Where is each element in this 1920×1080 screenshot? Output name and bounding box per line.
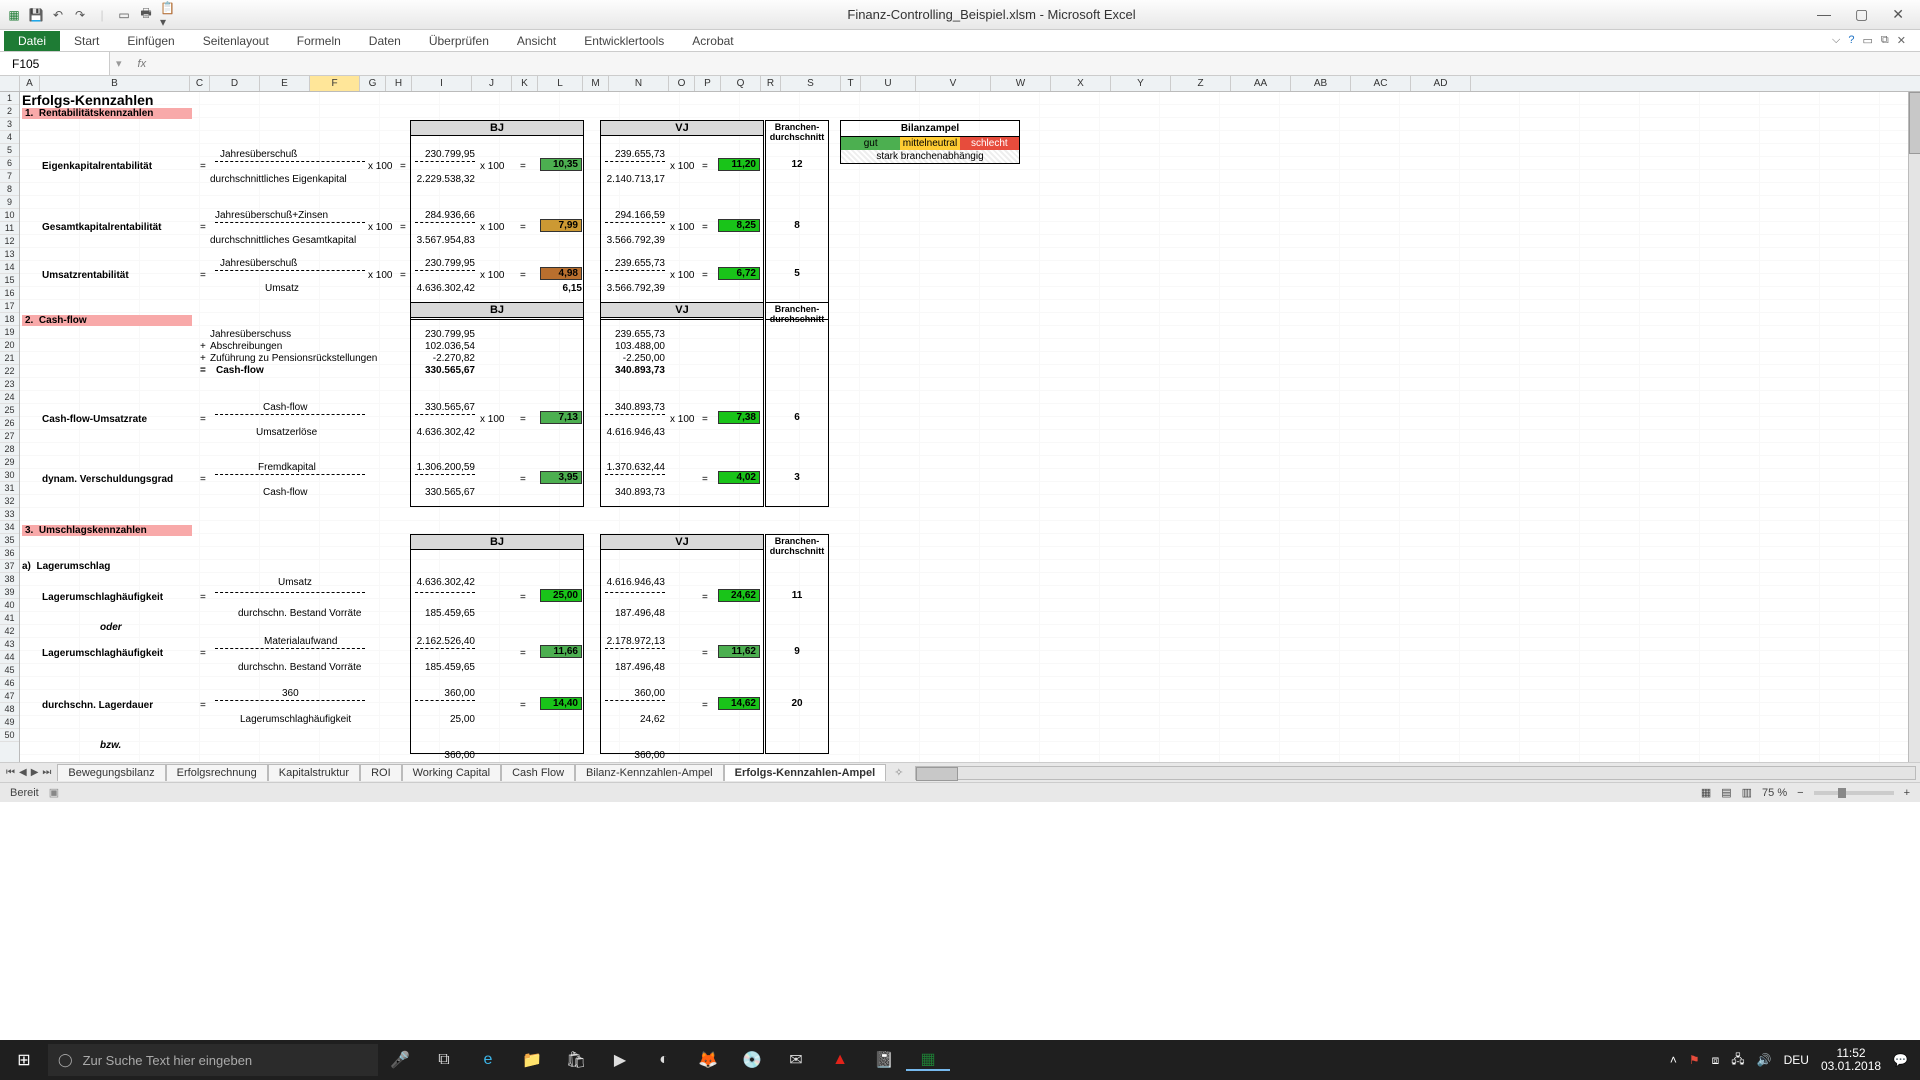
sheet-tab[interactable]: ROI xyxy=(360,764,402,781)
tray-dropbox-icon[interactable]: ⧈ xyxy=(1712,1053,1720,1068)
taskbar: ⊞ ◯Zur Suche Text hier eingeben 🎤 ⧉ e 📁 … xyxy=(0,1040,1920,1080)
new-icon[interactable]: ▭ xyxy=(116,7,132,23)
zoom-out-icon[interactable]: − xyxy=(1797,787,1803,799)
print-icon[interactable]: 🖶 xyxy=(138,7,154,23)
mail-icon[interactable]: ✉ xyxy=(774,1050,818,1070)
tray-network-icon[interactable]: 🖧 xyxy=(1731,1050,1744,1071)
view-normal-icon[interactable]: ▦ xyxy=(1701,786,1711,799)
bj-header: BJ xyxy=(410,120,584,136)
bd-header: Branchen- durchschnitt xyxy=(767,122,827,142)
status-bar: Bereit ▣ ▦ ▤ ▥ 75 % − + xyxy=(0,782,1920,802)
formula-bar: F105 ▾ fx xyxy=(0,52,1920,76)
store-icon[interactable]: 🛍 xyxy=(554,1050,598,1070)
tab-file[interactable]: Datei xyxy=(4,31,60,51)
edge-icon[interactable]: e xyxy=(466,1051,510,1069)
close-icon[interactable]: ✕ xyxy=(1892,6,1904,23)
tab-layout[interactable]: Seitenlayout xyxy=(189,31,283,51)
window-title: Finanz-Controlling_Beispiel.xlsm - Micro… xyxy=(182,7,1801,22)
cortana-mic-icon[interactable]: 🎤 xyxy=(378,1050,422,1070)
undo-icon[interactable]: ↶ xyxy=(50,7,66,23)
quick-access-toolbar: ▦ 💾 ↶ ↷ | ▭ 🖶 📋▾ xyxy=(0,7,182,23)
redo-icon[interactable]: ↷ xyxy=(72,7,88,23)
sheet-tab[interactable]: Erfolgsrechnung xyxy=(166,764,268,781)
fx-icon[interactable]: fx xyxy=(128,58,157,70)
section-2: 2. Cash-flow xyxy=(22,315,192,326)
window-icon[interactable]: ▭ xyxy=(1863,34,1873,47)
explorer-icon[interactable]: 📁 xyxy=(510,1050,554,1070)
paste-icon[interactable]: 📋▾ xyxy=(160,7,176,23)
acrobat-icon[interactable]: ▲ xyxy=(818,1051,862,1069)
tray-clock[interactable]: 11:5203.01.2018 xyxy=(1821,1047,1881,1073)
tray-notifications-icon[interactable]: 💬 xyxy=(1893,1053,1908,1067)
save-icon[interactable]: 💾 xyxy=(28,7,44,23)
tab-review[interactable]: Überprüfen xyxy=(415,31,503,51)
restore-icon[interactable]: ⧉ xyxy=(1881,34,1889,47)
sheet-tab-active[interactable]: Erfolgs-Kennzahlen-Ampel xyxy=(724,764,887,781)
sheet-tab[interactable]: Bilanz-Kennzahlen-Ampel xyxy=(575,764,724,781)
row-headers[interactable]: 1234567891011121314151617181920212223242… xyxy=(0,92,20,762)
window-controls: — ▢ ✕ xyxy=(1801,6,1920,23)
sheet-tabs: ⏮◀▶⏭ Bewegungsbilanz Erfolgsrechnung Kap… xyxy=(0,762,1920,782)
tray-up-icon[interactable]: ˄ xyxy=(1670,1053,1677,1067)
name-box[interactable]: F105 xyxy=(0,52,110,75)
title-bar: ▦ 💾 ↶ ↷ | ▭ 🖶 📋▾ Finanz-Controlling_Beis… xyxy=(0,0,1920,30)
ribbon: Datei Start Einfügen Seitenlayout Formel… xyxy=(0,30,1920,52)
cells-grid[interactable]: Erfolgs-Kennzahlen 1. Rentabilitätskennz… xyxy=(20,92,1908,762)
view-break-icon[interactable]: ▥ xyxy=(1742,786,1752,799)
search-icon: ◯ xyxy=(58,1052,73,1068)
macro-icon[interactable]: ▣ xyxy=(49,786,59,799)
sheet-tab[interactable]: Cash Flow xyxy=(501,764,575,781)
view-layout-icon[interactable]: ▤ xyxy=(1721,786,1731,799)
tray-lang[interactable]: DEU xyxy=(1784,1053,1809,1067)
ampel-title: Bilanzampel xyxy=(841,121,1019,137)
notes-icon[interactable]: 📓 xyxy=(862,1050,906,1070)
vertical-scrollbar[interactable] xyxy=(1908,92,1920,762)
name-dropdown-icon[interactable]: ▾ xyxy=(110,57,128,70)
disc-icon[interactable]: 💿 xyxy=(730,1050,774,1070)
worksheet[interactable]: 1234567891011121314151617181920212223242… xyxy=(0,92,1920,762)
page-title: Erfolgs-Kennzahlen xyxy=(22,92,153,108)
app-icon[interactable]: ◐ xyxy=(642,1051,686,1069)
tab-formulas[interactable]: Formeln xyxy=(283,31,355,51)
tray-security-icon[interactable]: ⚑ xyxy=(1689,1053,1700,1067)
zoom-slider[interactable] xyxy=(1814,791,1894,795)
tab-data[interactable]: Daten xyxy=(355,31,415,51)
tab-insert[interactable]: Einfügen xyxy=(113,31,188,51)
tray-volume-icon[interactable]: 🔊 xyxy=(1757,1053,1772,1067)
sheet-nav[interactable]: ⏮◀▶⏭ xyxy=(0,767,57,778)
vj-header: VJ xyxy=(600,120,764,136)
tab-view[interactable]: Ansicht xyxy=(503,31,570,51)
status-ready: Bereit xyxy=(10,787,39,799)
taskbar-search[interactable]: ◯Zur Suche Text hier eingeben xyxy=(48,1044,378,1076)
tab-acrobat[interactable]: Acrobat xyxy=(678,31,747,51)
excel-taskbar-icon[interactable]: ▦ xyxy=(906,1049,950,1071)
tab-developer[interactable]: Entwicklertools xyxy=(570,31,678,51)
formula-input[interactable] xyxy=(156,52,1920,75)
maximize-icon[interactable]: ▢ xyxy=(1855,6,1868,23)
tab-start[interactable]: Start xyxy=(60,31,113,51)
sheet-tab[interactable]: Kapitalstruktur xyxy=(268,764,360,781)
section-1: 1. Rentabilitätskennzahlen xyxy=(22,108,192,119)
firefox-icon[interactable]: 🦊 xyxy=(686,1050,730,1070)
zoom-level: 75 % xyxy=(1762,787,1787,799)
excel-icon: ▦ xyxy=(6,7,22,23)
bilanzampel: Bilanzampel gut mittelneutral schlecht s… xyxy=(840,120,1020,164)
new-sheet-icon[interactable]: ✧ xyxy=(886,766,911,779)
close2-icon[interactable]: ✕ xyxy=(1897,34,1906,47)
sheet-tab[interactable]: Bewegungsbilanz xyxy=(57,764,165,781)
column-headers[interactable]: A B C D E F G H I J K L M N O P Q R S T … xyxy=(0,76,1920,92)
help-icon[interactable]: ? xyxy=(1848,34,1854,47)
section-3: 3. Umschlagskennzahlen xyxy=(22,525,192,536)
sep: | xyxy=(94,7,110,23)
sheet-tab[interactable]: Working Capital xyxy=(402,764,501,781)
horizontal-scrollbar[interactable] xyxy=(915,766,1916,780)
ribbon-min-icon[interactable]: ⌵ xyxy=(1832,34,1840,47)
taskview-icon[interactable]: ⧉ xyxy=(422,1051,466,1069)
minimize-icon[interactable]: — xyxy=(1817,6,1831,23)
start-button[interactable]: ⊞ xyxy=(0,1050,48,1070)
zoom-in-icon[interactable]: + xyxy=(1904,787,1910,799)
media-icon[interactable]: ▶ xyxy=(598,1050,642,1070)
